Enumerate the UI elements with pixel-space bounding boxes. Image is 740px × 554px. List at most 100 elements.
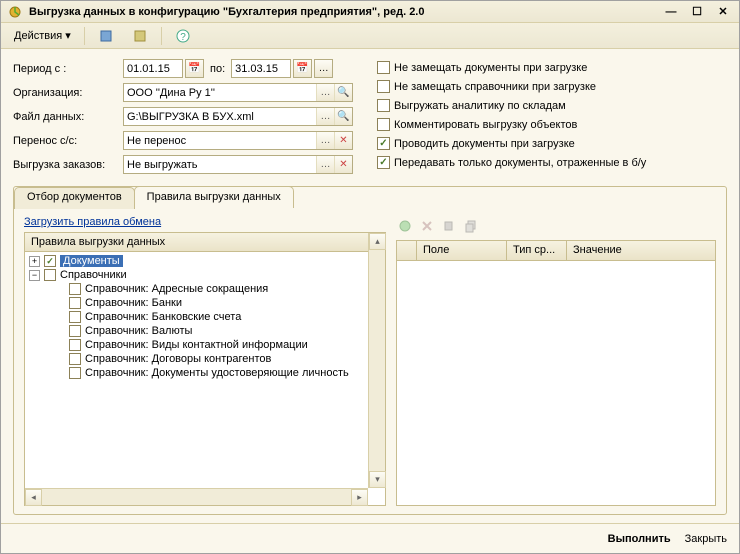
load-rules-link[interactable]: Загрузить правила обмена xyxy=(24,216,386,228)
col-label: Тип ср... xyxy=(513,244,555,256)
orders-input[interactable] xyxy=(124,156,316,173)
tree-item[interactable]: Справочник: Виды контактной информации xyxy=(25,338,385,352)
close-button[interactable]: ✕ xyxy=(713,4,733,20)
tree-item-label: Справочник: Банки xyxy=(85,297,182,309)
file-field: … 🔍 xyxy=(123,107,353,126)
tab-label: Отбор документов xyxy=(27,191,122,203)
checkbox-icon xyxy=(377,99,390,112)
transfer-select-button[interactable]: … xyxy=(316,132,334,149)
org-select-button[interactable]: … xyxy=(316,84,334,101)
transfer-label: Перенос с/с: xyxy=(13,135,123,147)
paste-icon[interactable] xyxy=(462,217,480,235)
check-only-reflected[interactable]: ✓ Передавать только документы, отраженные… xyxy=(377,156,646,169)
checkbox-icon[interactable] xyxy=(69,325,81,337)
tree-item[interactable]: Справочник: Валюты xyxy=(25,324,385,338)
tree-node-docs[interactable]: + ✓ Документы xyxy=(25,254,385,268)
dropdown-icon: ▾ xyxy=(65,29,71,42)
content: Период с : 📅 по: 📅 … Организация: … 🔍 Фа… xyxy=(1,49,739,523)
orders-clear-button[interactable]: ✕ xyxy=(334,156,352,173)
transfer-input[interactable] xyxy=(124,132,316,149)
checkbox-icon: ✓ xyxy=(377,156,390,169)
collapse-icon[interactable]: − xyxy=(29,270,40,281)
execute-button[interactable]: Выполнить xyxy=(608,533,671,545)
org-input[interactable] xyxy=(124,84,316,101)
toolbar-icon-2[interactable] xyxy=(125,25,155,47)
tree-item-label: Справочник: Банковские счета xyxy=(85,311,241,323)
file-open-button[interactable]: 🔍 xyxy=(334,108,352,125)
scroll-left-icon[interactable]: ◂ xyxy=(25,489,42,506)
tree-item-label: Справочник: Валюты xyxy=(85,325,192,337)
file-select-button[interactable]: … xyxy=(316,108,334,125)
org-search-button[interactable]: 🔍 xyxy=(334,84,352,101)
tree-item-label: Справочник: Договоры контрагентов xyxy=(85,353,271,365)
toolbar: Действия ▾ ? xyxy=(1,23,739,49)
checkbox-icon[interactable] xyxy=(69,283,81,295)
scroll-up-icon[interactable]: ▴ xyxy=(369,233,386,250)
grid-col-type[interactable]: Тип ср... xyxy=(507,241,567,260)
scroll-down-icon[interactable]: ▾ xyxy=(369,471,386,488)
filter-grid: Поле Тип ср... Значение xyxy=(396,240,716,506)
orders-select-button[interactable]: … xyxy=(316,156,334,173)
tree-item[interactable]: Справочник: Банки xyxy=(25,296,385,310)
tree-item[interactable]: Справочник: Документы удостоверяющие лич… xyxy=(25,366,385,380)
checkbox-icon[interactable] xyxy=(69,353,81,365)
checkbox-icon[interactable] xyxy=(69,339,81,351)
period-more-button[interactable]: … xyxy=(314,59,333,78)
tree-item[interactable]: Справочник: Адресные сокращения xyxy=(25,282,385,296)
checkbox-icon xyxy=(377,80,390,93)
tree-node-label: Документы xyxy=(60,255,123,267)
check-comments[interactable]: Комментировать выгрузку объектов xyxy=(377,118,646,131)
check-label: Комментировать выгрузку объектов xyxy=(394,119,577,131)
toolbar-icon-1[interactable] xyxy=(91,25,121,47)
footer: Выполнить Закрыть xyxy=(1,523,739,553)
period-to-input[interactable] xyxy=(231,59,291,78)
checkbox-icon[interactable] xyxy=(69,311,81,323)
copy-icon[interactable] xyxy=(440,217,458,235)
check-no-replace-refs[interactable]: Не замещать справочники при загрузке xyxy=(377,80,646,93)
file-input[interactable] xyxy=(124,108,316,125)
calendar-from-icon[interactable]: 📅 xyxy=(185,59,204,78)
checkbox-icon[interactable] xyxy=(69,367,81,379)
scrollbar-horizontal[interactable]: ◂ ▸ xyxy=(25,488,368,505)
checkbox-icon xyxy=(377,61,390,74)
orders-field: … ✕ xyxy=(123,155,353,174)
grid-toolbar xyxy=(396,216,716,236)
check-post-docs[interactable]: ✓Проводить документы при загрузке xyxy=(377,137,646,150)
expand-icon[interactable]: + xyxy=(29,256,40,267)
checkbox-icon[interactable]: ✓ xyxy=(44,255,56,267)
check-label: Выгружать аналитику по складам xyxy=(394,100,566,112)
svg-text:?: ? xyxy=(180,32,186,43)
maximize-button[interactable]: ☐ xyxy=(687,4,707,20)
delete-icon[interactable] xyxy=(418,217,436,235)
tab-filter-docs[interactable]: Отбор документов xyxy=(14,187,135,209)
calendar-to-icon[interactable]: 📅 xyxy=(293,59,312,78)
grid-header: Поле Тип ср... Значение xyxy=(397,241,715,261)
tab-body: Загрузить правила обмена Правила выгрузк… xyxy=(14,208,726,514)
actions-menu[interactable]: Действия ▾ xyxy=(7,26,78,45)
help-button[interactable]: ? xyxy=(168,25,198,47)
tab-export-rules[interactable]: Правила выгрузки данных xyxy=(134,186,294,208)
scrollbar-vertical[interactable]: ▴ ▾ xyxy=(368,233,385,488)
orders-label: Выгрузка заказов: xyxy=(13,159,123,171)
tree-node-refs[interactable]: − Справочники xyxy=(25,268,385,282)
tree-body[interactable]: + ✓ Документы − Справочники Справочник: … xyxy=(25,252,385,505)
check-analytics[interactable]: Выгружать аналитику по складам xyxy=(377,99,646,112)
grid-col-field[interactable]: Поле xyxy=(417,241,507,260)
grid-col-value[interactable]: Значение xyxy=(567,241,715,260)
scroll-right-icon[interactable]: ▸ xyxy=(351,489,368,506)
tree-item[interactable]: Справочник: Банковские счета xyxy=(25,310,385,324)
transfer-clear-button[interactable]: ✕ xyxy=(334,132,352,149)
close-button-footer[interactable]: Закрыть xyxy=(685,533,727,545)
tree-item[interactable]: Справочник: Договоры контрагентов xyxy=(25,352,385,366)
check-no-replace-docs[interactable]: Не замещать документы при загрузке xyxy=(377,61,646,74)
grid-body[interactable] xyxy=(397,261,715,505)
minimize-button[interactable]: — xyxy=(661,4,681,20)
transfer-field: … ✕ xyxy=(123,131,353,150)
checkbox-icon[interactable] xyxy=(69,297,81,309)
grid-col-marker[interactable] xyxy=(397,241,417,260)
check-label: Передавать только документы, отраженные … xyxy=(394,157,646,169)
period-from-input[interactable] xyxy=(123,59,183,78)
add-icon[interactable] xyxy=(396,217,414,235)
rules-left: Загрузить правила обмена Правила выгрузк… xyxy=(24,216,386,506)
checkbox-icon[interactable] xyxy=(44,269,56,281)
